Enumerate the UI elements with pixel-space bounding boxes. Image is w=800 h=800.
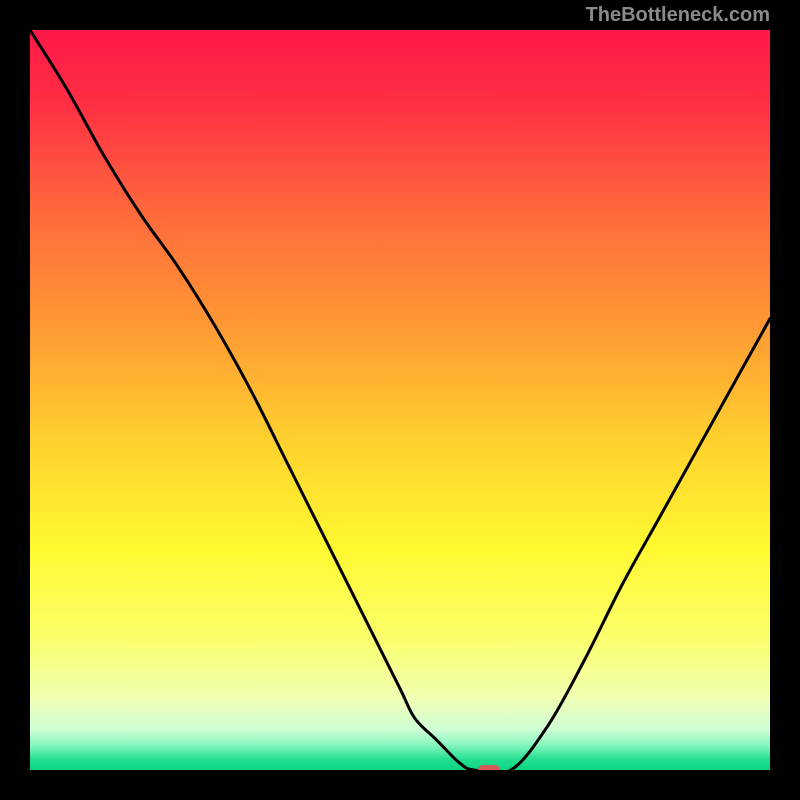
plot-area	[30, 30, 770, 770]
chart-frame: TheBottleneck.com	[0, 0, 800, 800]
optimal-marker	[478, 765, 500, 770]
watermark-text: TheBottleneck.com	[586, 4, 770, 27]
gradient-background	[30, 30, 770, 770]
